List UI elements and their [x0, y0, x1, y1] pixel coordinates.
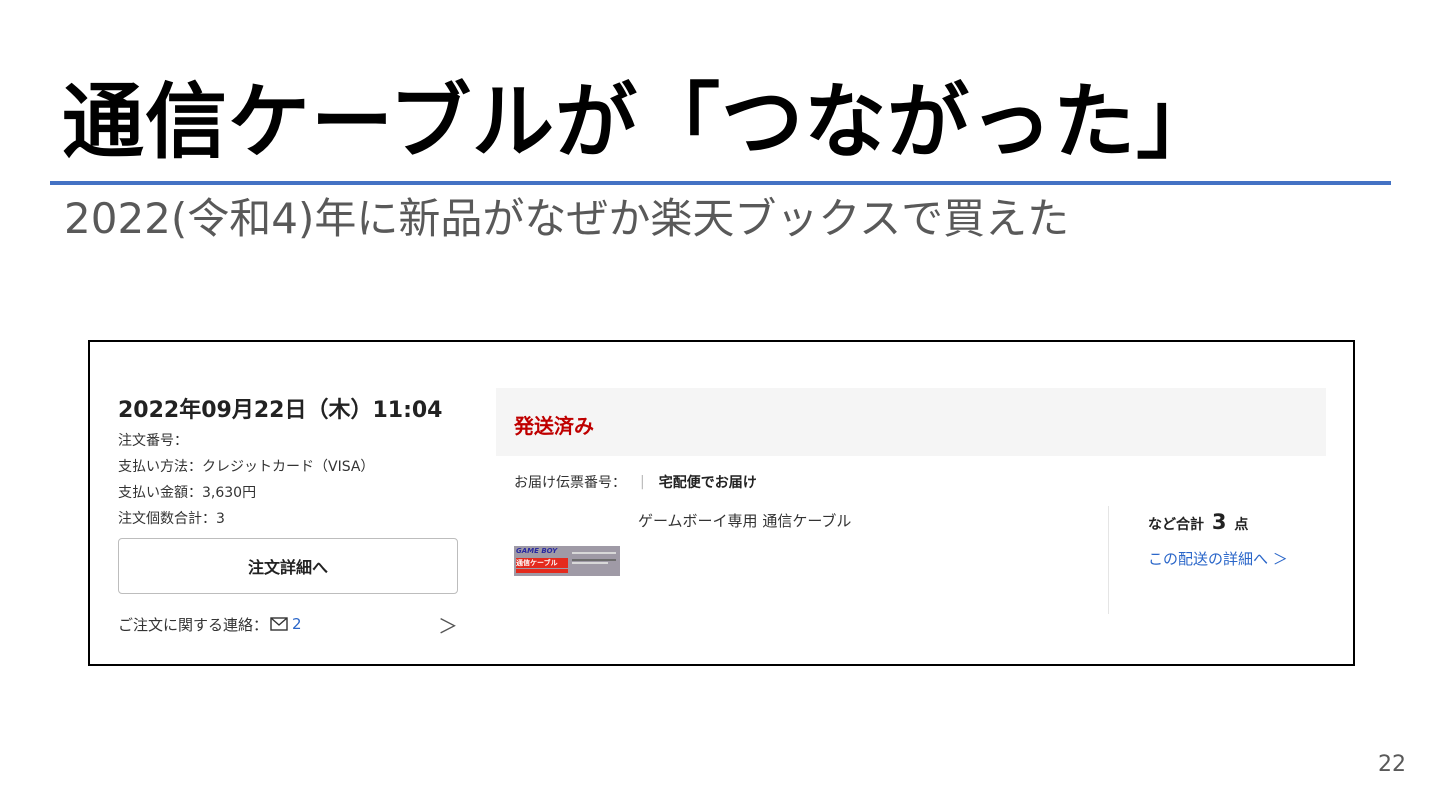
chevron-right-icon: ＞: [438, 613, 458, 638]
order-contact-link[interactable]: ご注文に関する連絡： 2 ＞: [118, 610, 458, 638]
summary-prefix: など合計: [1148, 517, 1204, 533]
order-item-count: 注文個数合計：3: [118, 511, 225, 527]
shipment-status: 発送済み: [514, 414, 594, 438]
title-divider: [50, 181, 1391, 185]
contact-count: 2: [292, 615, 302, 633]
summary-count: 3: [1211, 510, 1227, 534]
shipment-status-bar: 発送済み: [496, 388, 1326, 456]
summary-divider: [1108, 506, 1109, 614]
order-info: 2022年09月22日（木）11:04 注文番号： 支払い方法：クレジットカード…: [118, 392, 458, 528]
slide-subtitle: 2022(令和4)年に新品がなぜか楽天ブックスで買えた: [64, 194, 1070, 243]
thumbnail-label: 通信ケーブル: [516, 558, 568, 568]
tracking-row: お届け伝票番号： | 宅配便でお届け: [514, 472, 757, 492]
thumbnail-logo: GAME BOY: [516, 547, 558, 555]
payment-method: 支払い方法：クレジットカード（VISA）: [118, 459, 375, 475]
thumbnail-strip: [516, 569, 568, 573]
order-number: 注文番号：: [118, 433, 188, 449]
product-name[interactable]: ゲームボーイ専用 通信ケーブル: [638, 510, 851, 531]
cable-graphic: [572, 552, 616, 561]
product-thumbnail[interactable]: GAME BOY 通信ケーブル: [514, 546, 620, 576]
summary-suffix: 点: [1234, 517, 1249, 533]
page-number: 22: [1378, 752, 1406, 777]
cable-graphic-2: [572, 562, 608, 568]
shipment-detail-link[interactable]: この配送の詳細へ ＞: [1148, 548, 1288, 569]
payment-amount: 支払い金額：3,630円: [118, 485, 257, 501]
slide-title: 通信ケーブルが「つながった」: [62, 75, 1220, 170]
order-card: 2022年09月22日（木）11:04 注文番号： 支払い方法：クレジットカード…: [88, 340, 1355, 666]
shipment-summary: など合計 3 点: [1148, 510, 1248, 534]
mail-icon: [270, 617, 288, 631]
contact-label: ご注文に関する連絡：: [118, 615, 269, 634]
order-date: 2022年09月22日（木）11:04: [118, 398, 443, 423]
tracking-label: お届け伝票番号：: [514, 475, 626, 491]
order-detail-button[interactable]: 注文詳細へ: [118, 538, 458, 594]
delivery-method: 宅配便でお届け: [658, 475, 757, 491]
tracking-separator: |: [640, 474, 645, 490]
